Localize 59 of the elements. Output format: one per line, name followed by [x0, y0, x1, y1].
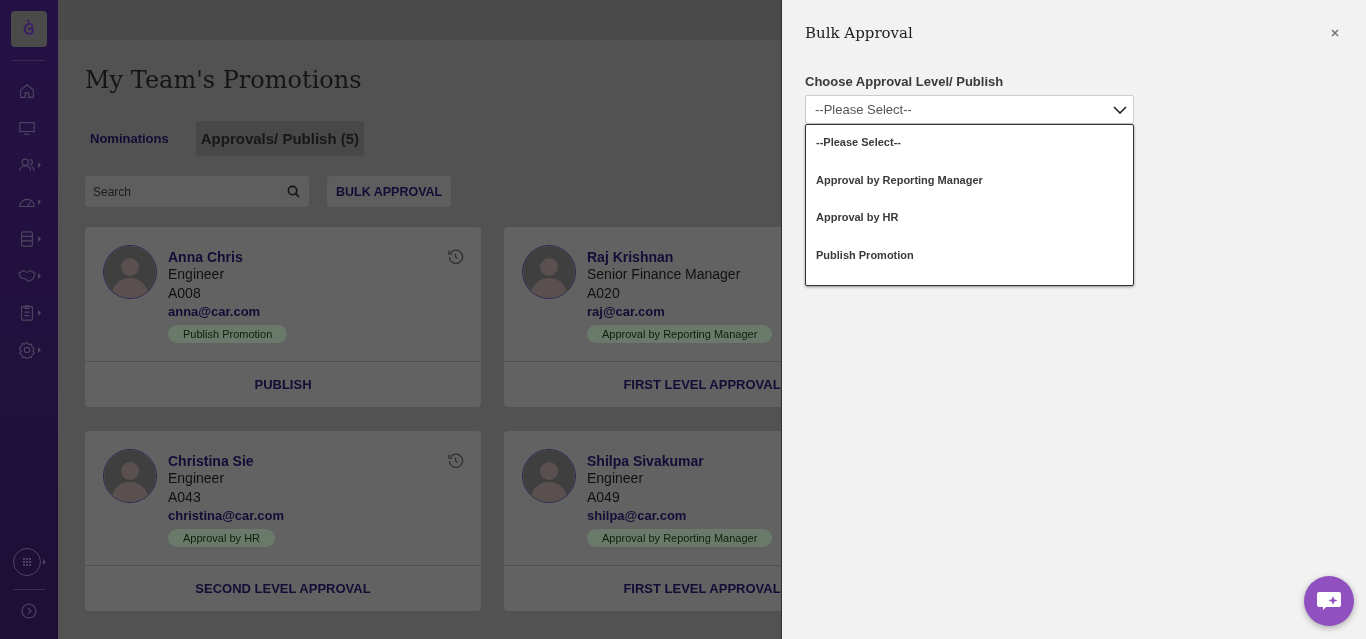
- status-badge: Approval by HR: [168, 529, 276, 547]
- employee-role: Senior Finance Manager: [587, 265, 741, 284]
- action-button[interactable]: FIRST LEVEL APPROVAL: [617, 373, 781, 396]
- caret-icon: [42, 559, 46, 565]
- close-icon[interactable]: [1331, 29, 1339, 37]
- employee-email: anna@car.com: [168, 304, 261, 319]
- status-badge: Publish Promotion: [168, 325, 288, 343]
- avatar-icon: [103, 245, 157, 299]
- avatar-icon: [522, 245, 576, 299]
- caret-icon: [37, 310, 41, 316]
- employee-email: shilpa@car.com: [587, 508, 687, 523]
- employee-id: A020: [587, 284, 620, 303]
- chat-button[interactable]: [1304, 576, 1354, 626]
- search-field[interactable]: Search: [85, 176, 309, 207]
- dropdown-option[interactable]: Approval by Reporting Manager: [806, 166, 1133, 204]
- action-button[interactable]: FIRST LEVEL APPROVAL: [617, 577, 781, 600]
- tab[interactable]: Nominations: [85, 122, 174, 155]
- expand-icon[interactable]: [21, 603, 37, 619]
- caret-icon: [37, 347, 41, 353]
- employee-name[interactable]: Anna Chris: [168, 249, 243, 265]
- history-icon[interactable]: [447, 452, 464, 469]
- chat-sparkle-icon: [1315, 589, 1343, 613]
- action-button[interactable]: SECOND LEVEL APPROVAL: [189, 577, 377, 600]
- bulk-approval-button[interactable]: BULK APPROVAL: [327, 176, 452, 207]
- employee-role: Engineer: [168, 265, 225, 284]
- gear-icon[interactable]: [17, 341, 36, 359]
- dropdown-option[interactable]: Publish Promotion: [806, 241, 1133, 279]
- caret-icon: [37, 199, 41, 205]
- home-icon[interactable]: [17, 82, 36, 100]
- employee-email: christina@car.com: [168, 508, 284, 523]
- employee-name[interactable]: Shilpa Sivakumar: [587, 453, 704, 469]
- chevron-icon: [1113, 105, 1127, 114]
- field-label: Choose Approval Level/ Publish: [805, 74, 1005, 89]
- dropdown-option[interactable]: Approval by HR: [806, 204, 1133, 242]
- avatar-icon: [522, 449, 576, 503]
- employee-id: A049: [587, 488, 620, 507]
- approval-level-select[interactable]: --Please Select--: [805, 95, 1134, 124]
- panel-title: Bulk Approval: [805, 24, 913, 42]
- status-badge: Approval by Reporting Manager: [587, 529, 773, 547]
- people-icon[interactable]: [17, 156, 36, 174]
- caret-icon: [37, 273, 41, 279]
- status-badge: Approval by Reporting Manager: [587, 325, 773, 343]
- action-button[interactable]: PUBLISH: [248, 373, 318, 396]
- caret-icon: [37, 236, 41, 242]
- employee-id: A043: [168, 488, 201, 507]
- history-icon[interactable]: [447, 248, 464, 265]
- employee-role: Engineer: [168, 469, 225, 488]
- monitor-icon[interactable]: [17, 119, 36, 137]
- logo-icon[interactable]: [11, 11, 47, 47]
- search-icon: [287, 185, 300, 198]
- employee-role: Engineer: [587, 469, 644, 488]
- caret-icon: [37, 162, 41, 168]
- employee-id: A008: [168, 284, 201, 303]
- employee-email: raj@car.com: [587, 304, 665, 319]
- employee-name[interactable]: Christina Sie: [168, 453, 254, 469]
- avatar-icon: [103, 449, 157, 503]
- dropdown-option[interactable]: --Please Select--: [806, 129, 1133, 167]
- employee-name[interactable]: Raj Krishnan: [587, 249, 674, 265]
- page-title: My Team's Promotions: [85, 66, 363, 94]
